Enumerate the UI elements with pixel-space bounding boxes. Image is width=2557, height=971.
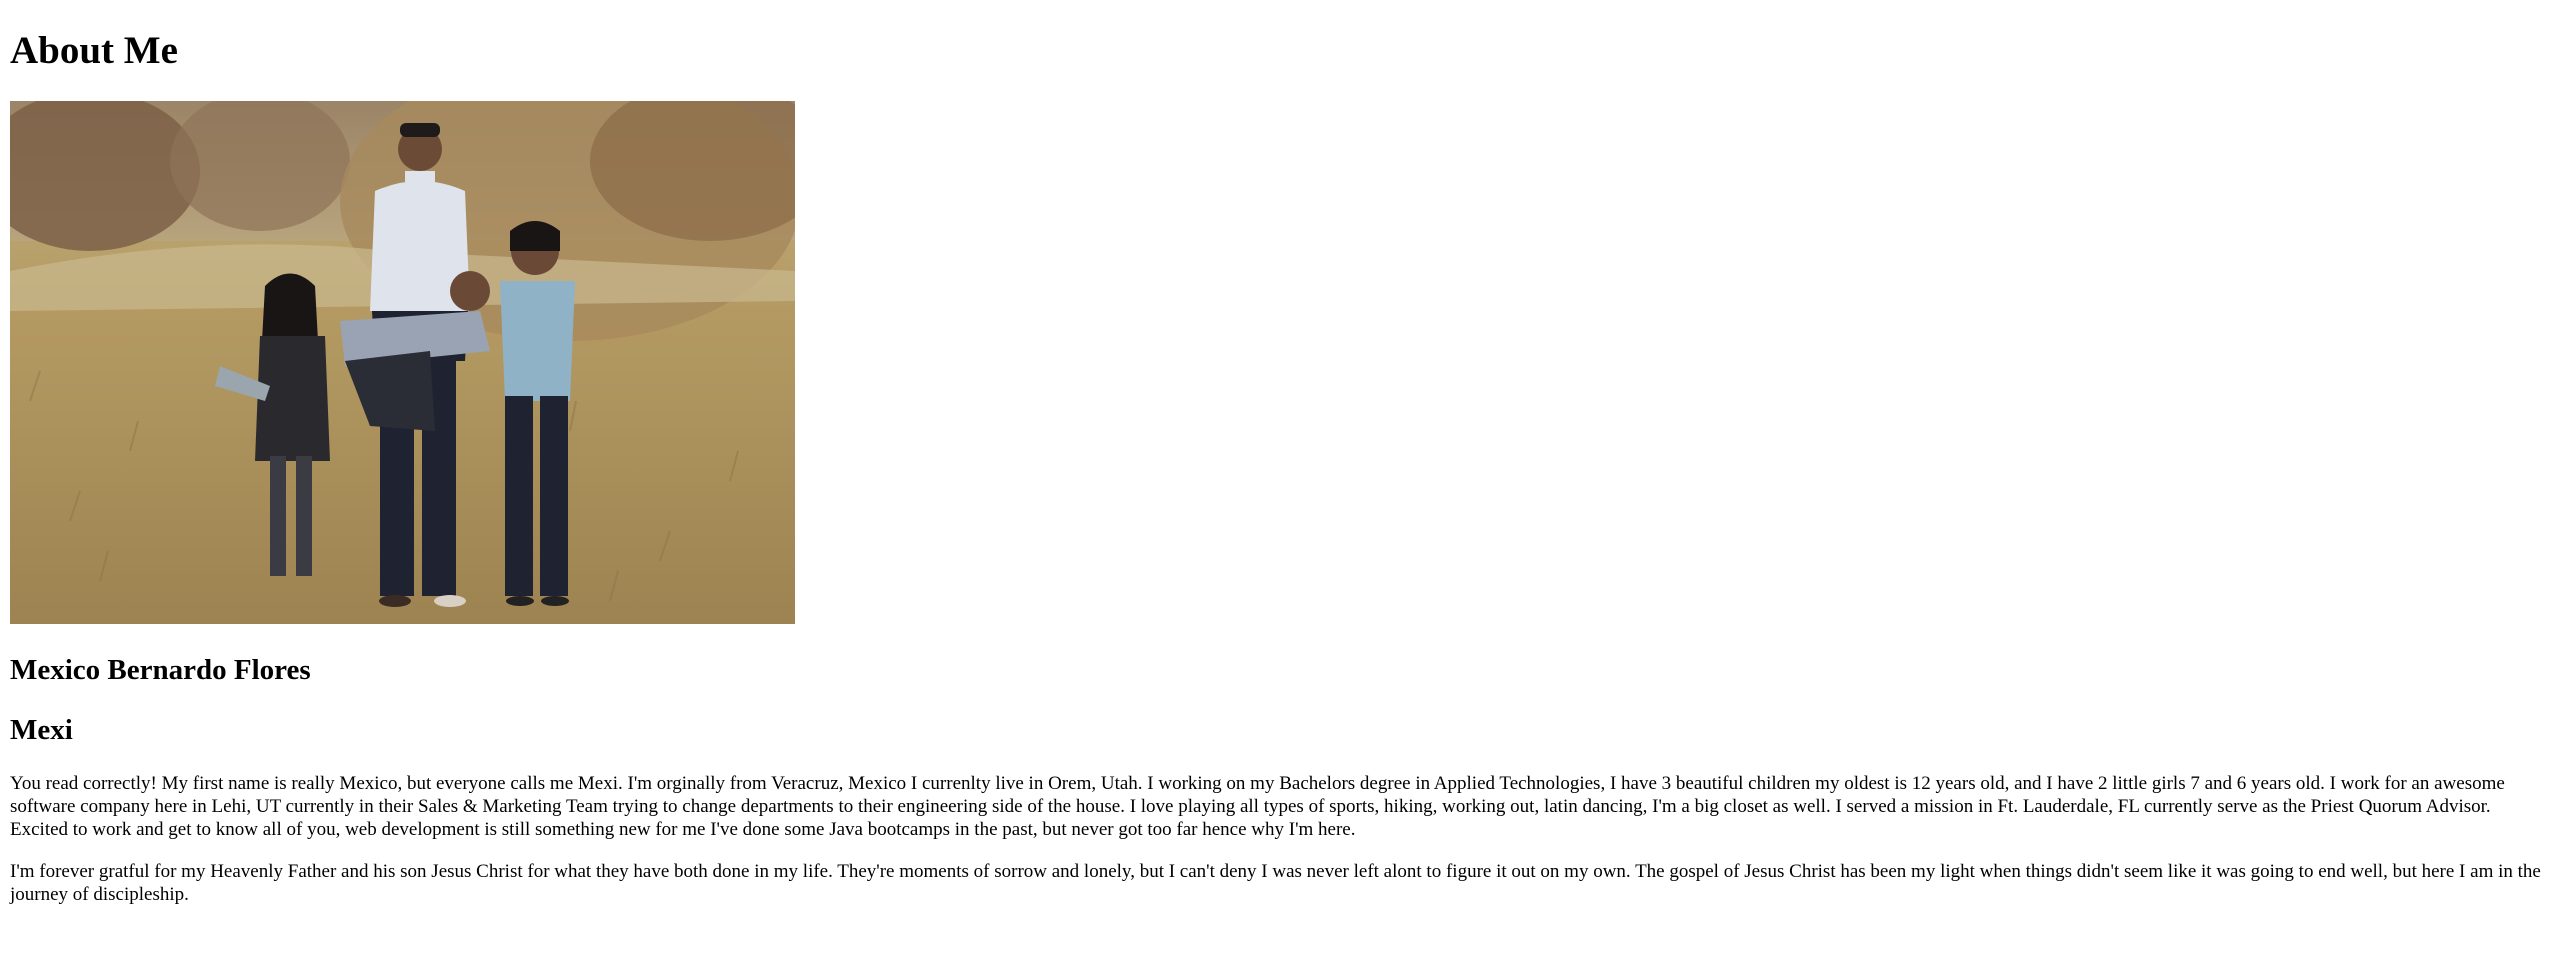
family-photo-illustration	[10, 101, 795, 624]
page-title: About Me	[10, 29, 178, 72]
bio-paragraph-2: I'm forever gratful for my Heavenly Fath…	[10, 861, 2541, 905]
full-name-heading: Mexico Bernardo Flores	[10, 654, 311, 686]
family-photo	[10, 101, 795, 624]
about-page: About Me Mexico Bernardo Flores Mexi You…	[0, 0, 2545, 971]
nickname-heading: Mexi	[10, 714, 73, 746]
bio-paragraph-1: You read correctly! My first name is rea…	[10, 773, 2505, 840]
